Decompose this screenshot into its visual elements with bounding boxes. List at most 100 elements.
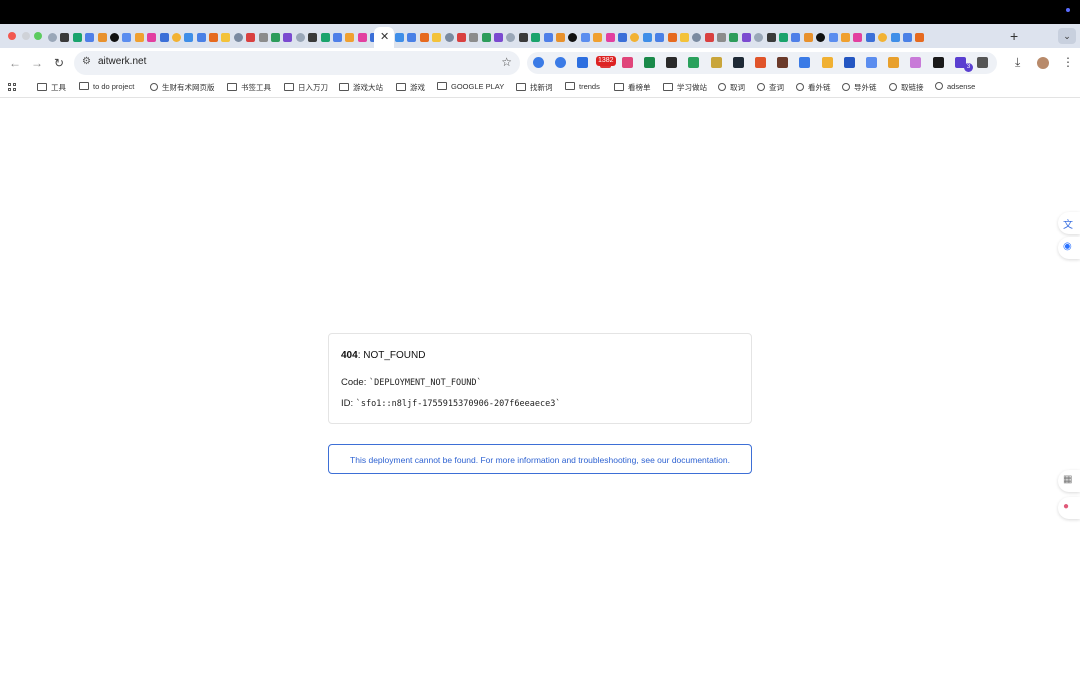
tab-favicon-icon[interactable] <box>779 33 789 43</box>
download-icon[interactable]: ⤓ <box>1015 55 1020 70</box>
tab-favicon-icon[interactable] <box>878 33 888 43</box>
extension-icon[interactable] <box>621 57 633 68</box>
tab-favicon-icon[interactable] <box>221 33 231 43</box>
qr-code-icon[interactable]: ▦ <box>1058 470 1080 492</box>
extension-icon[interactable] <box>977 57 988 68</box>
reload-icon[interactable]: ↻ <box>54 56 64 70</box>
tab-favicon-icon[interactable] <box>853 33 863 43</box>
url-text[interactable]: aitwerk.net <box>98 56 146 67</box>
tab-favicon-icon[interactable] <box>841 33 850 43</box>
tab-favicon-icon[interactable] <box>60 33 70 43</box>
address-bar[interactable]: ⚙ aitwerk.net ☆ <box>74 51 520 75</box>
extension-icon[interactable] <box>821 57 833 68</box>
tab-favicon-icon[interactable] <box>320 33 330 43</box>
tab-favicon-icon[interactable] <box>679 33 689 43</box>
extension-icon[interactable] <box>755 57 766 68</box>
extension-icon[interactable] <box>932 57 944 68</box>
tab-favicon-icon[interactable] <box>729 33 739 43</box>
tab-favicon-icon[interactable] <box>741 33 751 43</box>
tab-favicon-icon[interactable] <box>97 33 107 43</box>
tab-favicon-icon[interactable] <box>134 33 144 43</box>
tab-favicon-icon[interactable] <box>419 33 429 43</box>
profile-avatar[interactable] <box>1037 57 1049 69</box>
tab-favicon-icon[interactable] <box>184 33 194 43</box>
extension-icon[interactable] <box>910 57 922 68</box>
tab-favicon-icon[interactable] <box>717 33 727 43</box>
bookmark-item[interactable]: 工具 <box>37 82 66 93</box>
bookmark-item[interactable]: adsense <box>935 82 975 91</box>
tab-favicon-icon[interactable] <box>605 33 615 43</box>
tab-favicon-icon[interactable] <box>494 33 504 43</box>
extension-icon[interactable] <box>710 57 722 68</box>
bookmark-item[interactable]: 生财有术网页版 <box>150 82 215 93</box>
bookmark-item[interactable]: 查词 <box>757 82 784 93</box>
tab-favicon-icon[interactable] <box>556 33 566 43</box>
tab-favicon-icon[interactable] <box>518 33 528 43</box>
tab-favicon-icon[interactable] <box>816 33 826 43</box>
tab-favicon-icon[interactable] <box>72 33 82 43</box>
extension-icon[interactable] <box>888 57 900 68</box>
tab-favicon-icon[interactable] <box>481 33 491 43</box>
tab-favicon-icon[interactable] <box>642 33 652 43</box>
tab-favicon-icon[interactable] <box>345 33 355 43</box>
tab-favicon-icon[interactable] <box>407 33 417 43</box>
bookmark-item[interactable]: 看外链 <box>796 82 831 93</box>
tab-favicon-icon[interactable] <box>444 33 454 43</box>
tab-favicon-icon[interactable] <box>902 33 912 43</box>
maximize-window-button[interactable] <box>34 32 42 40</box>
tab-favicon-icon[interactable] <box>456 33 466 43</box>
tab-favicon-icon[interactable] <box>865 33 875 43</box>
new-tab-button[interactable]: + <box>1010 28 1018 44</box>
tab-favicon-icon[interactable] <box>271 33 281 43</box>
tab-favicon-icon[interactable] <box>357 33 367 43</box>
bookmark-item[interactable]: 学习做站 <box>663 82 707 93</box>
tab-favicon-icon[interactable] <box>171 33 181 43</box>
assistant-icon[interactable]: ◉ <box>1058 237 1080 259</box>
tab-favicon-icon[interactable] <box>766 33 776 43</box>
extension-icon[interactable] <box>866 57 877 68</box>
tab-favicon-icon[interactable] <box>246 33 256 43</box>
bookmark-star-icon[interactable]: ☆ <box>501 55 512 69</box>
active-tab[interactable]: ✕ <box>374 27 394 48</box>
bookmark-item[interactable]: 看榜单 <box>614 82 651 93</box>
tab-favicon-icon[interactable] <box>704 33 714 43</box>
tab-favicon-icon[interactable] <box>828 33 838 43</box>
tab-favicon-icon[interactable] <box>283 33 293 43</box>
close-window-button[interactable] <box>8 32 16 40</box>
tab-favicon-icon[interactable] <box>630 33 640 43</box>
bookmark-item[interactable]: 游戏 <box>396 82 425 93</box>
tab-close-icon[interactable]: ✕ <box>380 30 389 43</box>
extension-icon[interactable] <box>533 57 544 68</box>
tab-favicon-icon[interactable] <box>531 33 541 43</box>
bookmark-item[interactable]: 取链接 <box>889 82 924 93</box>
tab-favicon-icon[interactable] <box>295 33 305 43</box>
bookmark-item[interactable]: 书签工具 <box>227 82 271 93</box>
tab-favicon-icon[interactable] <box>308 33 318 43</box>
helper-extension-icon[interactable]: ● <box>1058 497 1080 519</box>
tab-favicon-icon[interactable] <box>159 33 169 43</box>
back-arrow-icon[interactable]: ← <box>9 56 21 70</box>
tab-favicon-icon[interactable] <box>593 33 603 43</box>
bookmark-item[interactable]: 导外链 <box>842 82 877 93</box>
bookmark-item[interactable]: to do project <box>79 82 134 91</box>
tab-favicon-icon[interactable] <box>568 33 578 43</box>
extension-icon[interactable] <box>577 57 589 68</box>
tab-favicon-icon[interactable] <box>258 33 268 43</box>
tab-favicon-icon[interactable] <box>655 33 665 43</box>
tab-favicon-icon[interactable] <box>233 33 243 43</box>
tab-favicon-icon[interactable] <box>122 33 132 43</box>
forward-arrow-icon[interactable]: → <box>31 56 43 70</box>
tab-favicon-icon[interactable] <box>196 33 206 43</box>
bookmark-item[interactable]: 取词 <box>718 82 745 93</box>
bookmark-item[interactable]: 找新词 <box>516 82 553 93</box>
minimize-window-button[interactable] <box>22 32 30 40</box>
tab-favicon-icon[interactable] <box>580 33 590 43</box>
tab-favicon-icon[interactable] <box>394 33 404 43</box>
extension-icon[interactable] <box>799 57 811 68</box>
menu-kebab-icon[interactable]: ⋮ <box>1062 55 1074 69</box>
tab-favicon-icon[interactable] <box>432 33 442 43</box>
tab-favicon-icon[interactable] <box>915 33 925 43</box>
tab-favicon-icon[interactable] <box>209 33 219 43</box>
tab-search-button[interactable]: ⌄ <box>1058 28 1076 44</box>
extension-icon[interactable] <box>555 57 567 68</box>
